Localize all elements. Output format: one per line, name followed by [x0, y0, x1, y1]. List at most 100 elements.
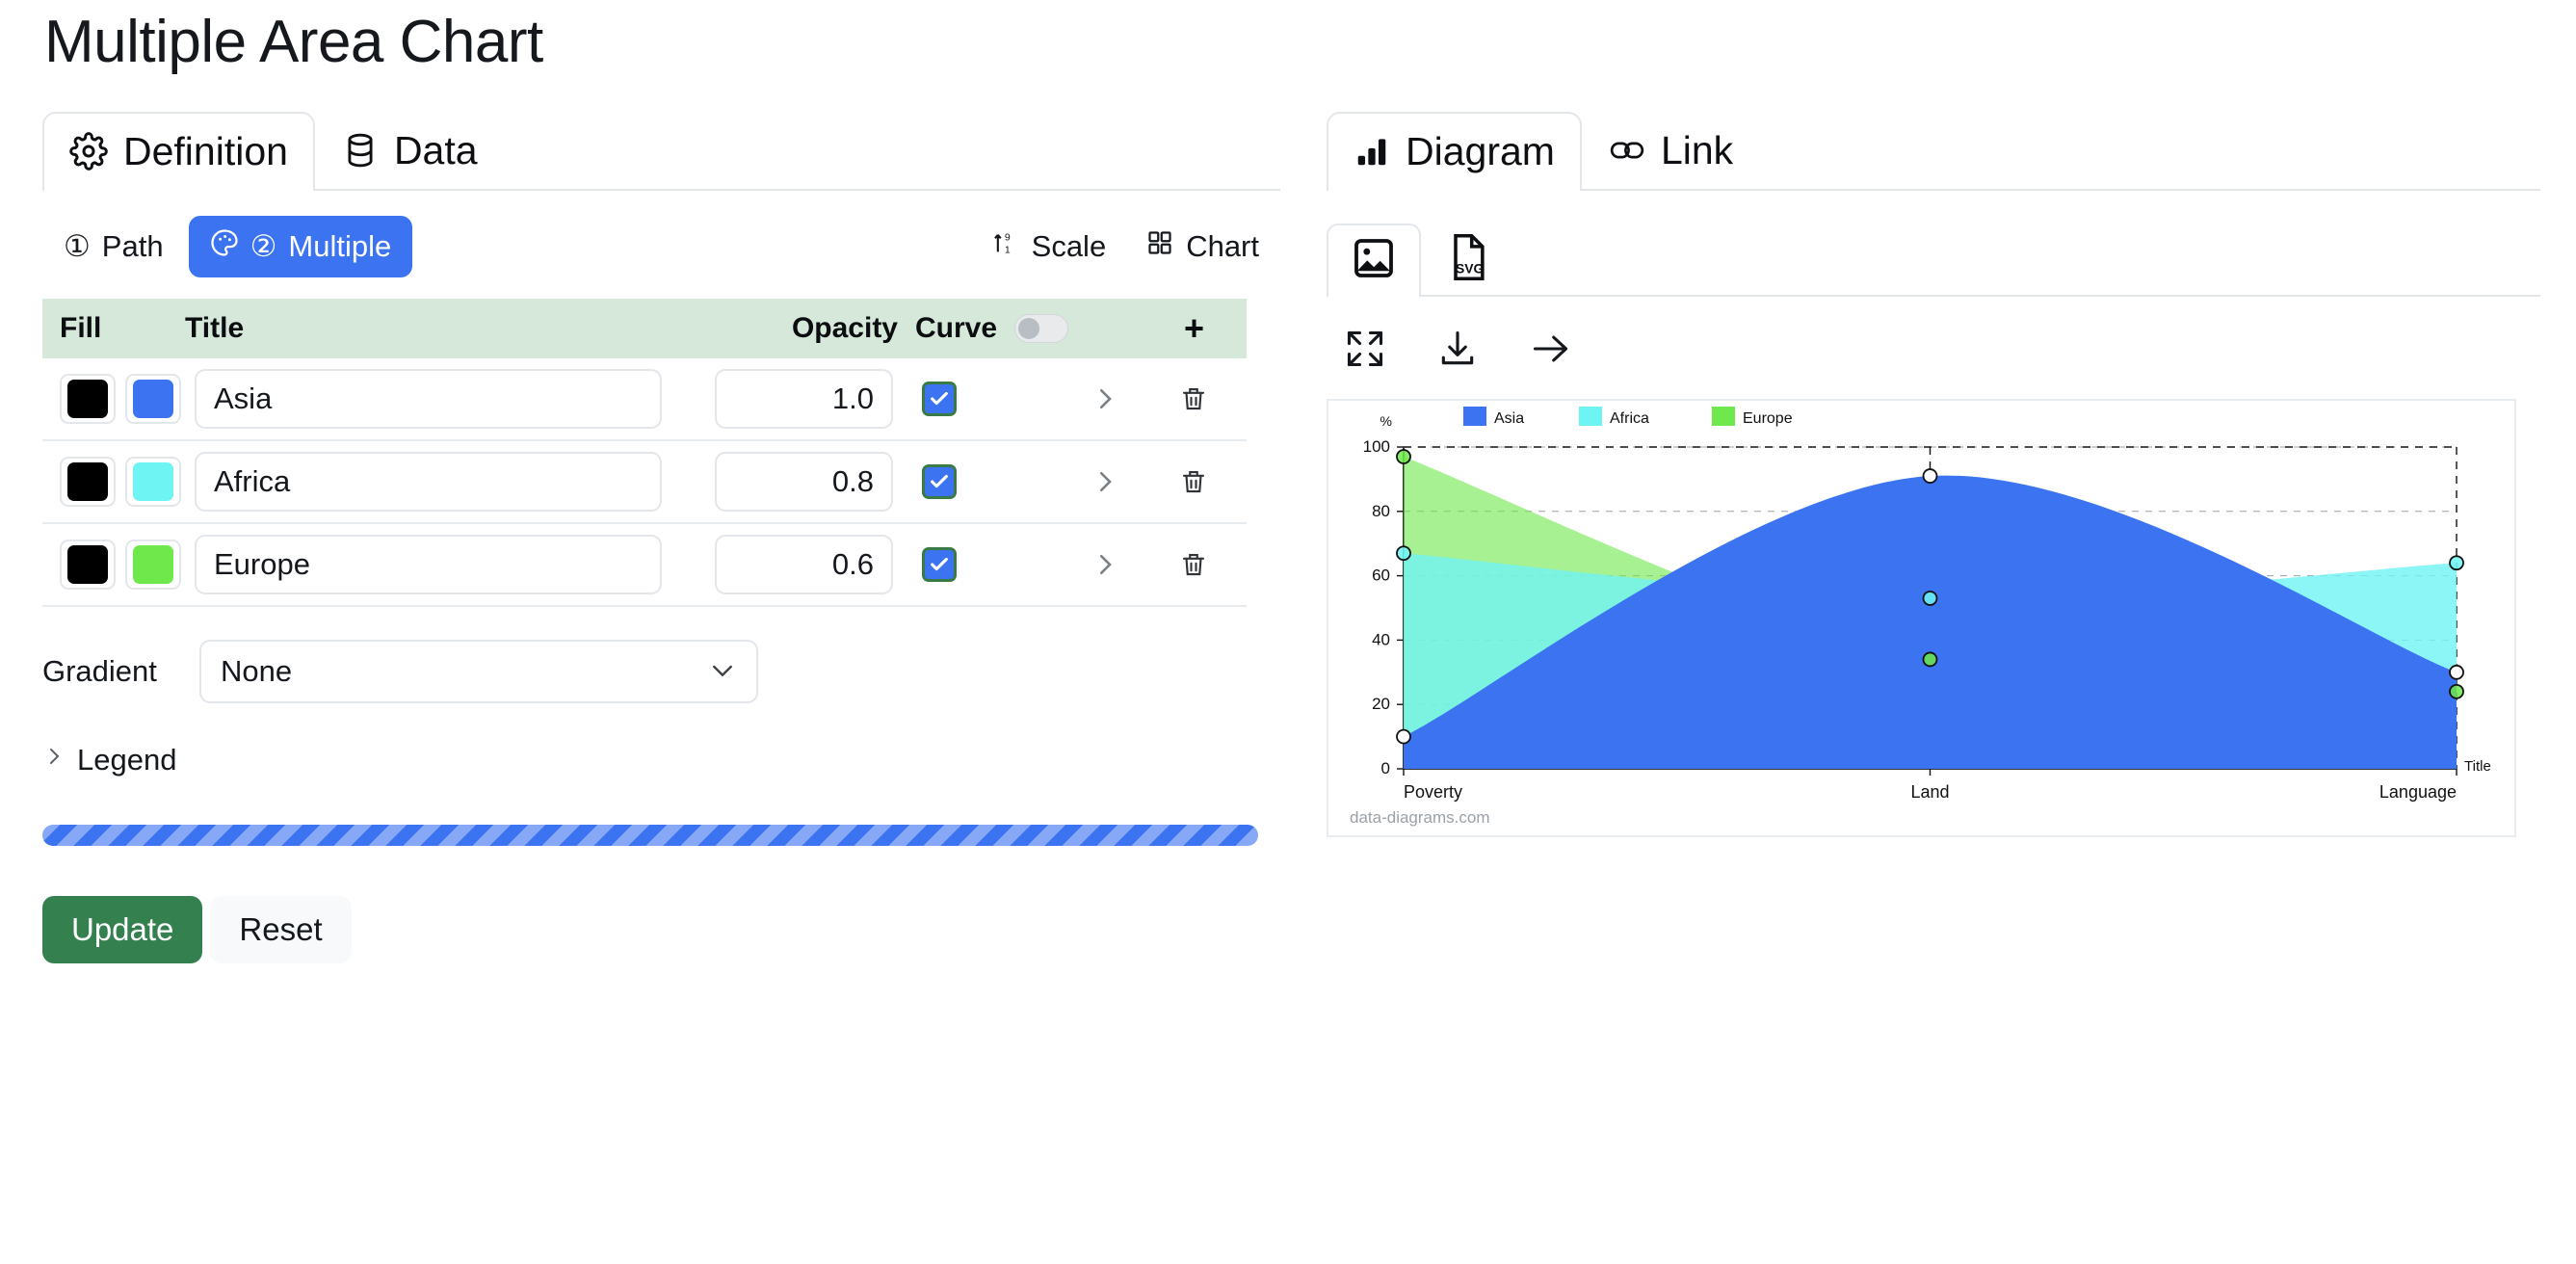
segment-multiple-label: Multiple — [288, 229, 392, 264]
gradient-row: Gradient None — [42, 640, 1280, 704]
add-series-button[interactable]: + — [1184, 311, 1204, 346]
fill-color-swatch[interactable] — [125, 457, 181, 508]
curve-toggle-all[interactable] — [1014, 314, 1069, 344]
chart-preview[interactable]: Asia Africa Europe% 0 20 40 60 80 100 Poverty Land… — [1327, 399, 2516, 838]
tab-diagram-label: Diagram — [1406, 128, 1555, 173]
row-swatches — [60, 374, 185, 425]
fill-color-swatch[interactable] — [125, 540, 181, 591]
gear-icon — [69, 132, 108, 171]
table-row — [42, 358, 1247, 442]
svg-text:Africa: Africa — [1610, 410, 1649, 427]
curve-checkbox-cell — [893, 382, 1062, 417]
right-tabbar: Diagram Link — [1327, 110, 2540, 192]
tab-definition-label: Definition — [123, 128, 288, 173]
tab-link[interactable]: Link — [1582, 110, 1760, 189]
svg-text:Title: Title — [2464, 758, 2491, 775]
definition-panel: Definition Data ① Path ② Multiple 9 1 Sc… — [42, 110, 1280, 964]
page-title: Multiple Area Chart — [44, 9, 543, 75]
series-opacity-input[interactable] — [715, 369, 893, 430]
chart-button[interactable]: Chart — [1146, 229, 1259, 264]
row-swatches — [60, 457, 185, 508]
gradient-select-value: None — [221, 654, 293, 689]
scale-button[interactable]: 9 1 Scale — [992, 228, 1106, 265]
svg-text:1: 1 — [1004, 245, 1010, 256]
curve-checkbox[interactable] — [922, 382, 957, 417]
tab-data-label: Data — [393, 127, 478, 172]
segment-multiple[interactable]: ② Multiple — [188, 216, 413, 278]
legend-section-label: Legend — [77, 743, 177, 777]
series-title-input[interactable] — [195, 535, 662, 595]
chart-label: Chart — [1186, 229, 1259, 264]
diagram-panel: Diagram Link SVG Asia Africa Europe % 0 … — [1327, 110, 2540, 838]
delete-row-button[interactable] — [1148, 382, 1225, 415]
gradient-label: Gradient — [42, 654, 157, 689]
tab-image-format[interactable] — [1327, 224, 1421, 298]
tab-data[interactable]: Data — [315, 110, 505, 189]
table-header: Fill Title Opacity Curve + — [42, 299, 1247, 359]
table-row — [42, 441, 1247, 525]
toggle-knob — [1018, 318, 1040, 340]
stroke-color-swatch[interactable] — [60, 457, 116, 508]
bar-chart-icon — [1354, 133, 1390, 170]
step-badge-2: ② — [250, 229, 277, 264]
expand-row-button[interactable] — [1062, 382, 1148, 415]
svg-text:9: 9 — [1004, 232, 1010, 244]
gradient-select[interactable]: None — [199, 640, 758, 704]
svg-text:Poverty: Poverty — [1404, 782, 1462, 802]
svg-text:20: 20 — [1372, 695, 1390, 713]
svg-text:80: 80 — [1372, 502, 1390, 520]
svg-text:%: % — [1380, 413, 1392, 429]
header-curve-group: Curve — [898, 312, 1069, 345]
link-icon — [1609, 135, 1645, 166]
mode-segments: ① Path ② Multiple — [42, 216, 413, 278]
expand-row-button[interactable] — [1062, 548, 1148, 581]
update-button[interactable]: Update — [42, 896, 203, 964]
grid-icon — [1146, 229, 1173, 264]
svg-text:Land: Land — [1910, 782, 1949, 802]
curve-checkbox[interactable] — [922, 464, 957, 500]
watermark: data-diagrams.com — [1350, 808, 1490, 828]
palette-icon — [210, 228, 239, 265]
curve-checkbox[interactable] — [922, 547, 957, 583]
series-title-input[interactable] — [195, 452, 662, 513]
download-icon[interactable] — [1436, 328, 1479, 370]
svg-text:100: 100 — [1363, 437, 1390, 456]
chart-tools: 9 1 Scale Chart — [992, 228, 1259, 265]
sort-arrow-icon: 9 1 — [992, 228, 1019, 265]
add-row-cell: + — [1066, 311, 1225, 346]
row-swatches — [60, 540, 185, 591]
legend-section-toggle[interactable]: Legend — [42, 742, 1280, 778]
segment-path[interactable]: ① Path — [42, 217, 185, 276]
svg-text:40: 40 — [1372, 631, 1390, 649]
expand-row-button[interactable] — [1062, 465, 1148, 498]
svg-text:60: 60 — [1372, 566, 1390, 585]
image-icon — [1351, 235, 1397, 286]
tab-definition[interactable]: Definition — [42, 112, 315, 192]
step-badge-1: ① — [64, 229, 91, 264]
series-opacity-input[interactable] — [715, 452, 893, 513]
fill-color-swatch[interactable] — [125, 374, 181, 425]
expand-icon[interactable] — [1344, 328, 1386, 370]
delete-row-button[interactable] — [1148, 465, 1225, 498]
series-title-input[interactable] — [195, 369, 662, 430]
arrow-right-icon[interactable] — [1529, 328, 1573, 370]
tab-svg-format[interactable]: SVG — [1421, 222, 1515, 295]
header-fill: Fill — [60, 312, 102, 345]
delete-row-button[interactable] — [1148, 548, 1225, 581]
reset-button[interactable]: Reset — [210, 896, 352, 964]
left-tabbar: Definition Data — [42, 110, 1280, 192]
chevron-down-icon — [708, 654, 737, 689]
format-tabbar: SVG — [1327, 222, 2540, 298]
series-opacity-input[interactable] — [715, 535, 893, 595]
stroke-color-swatch[interactable] — [60, 374, 116, 425]
area-chart-svg: Asia Africa Europe% 0 20 40 60 80 100 Poverty Land… — [1363, 407, 2491, 802]
stroke-color-swatch[interactable] — [60, 540, 116, 591]
svg-text:SVG: SVG — [1456, 260, 1484, 276]
chevron-right-icon — [42, 742, 66, 778]
segment-path-label: Path — [101, 229, 164, 264]
curve-checkbox-cell — [893, 464, 1062, 500]
segment-toolbar-row: ① Path ② Multiple 9 1 Scale Chart — [42, 216, 1280, 278]
progress-bar — [42, 825, 1258, 847]
main-columns: Definition Data ① Path ② Multiple 9 1 Sc… — [0, 110, 2576, 964]
tab-diagram[interactable]: Diagram — [1327, 112, 1582, 192]
